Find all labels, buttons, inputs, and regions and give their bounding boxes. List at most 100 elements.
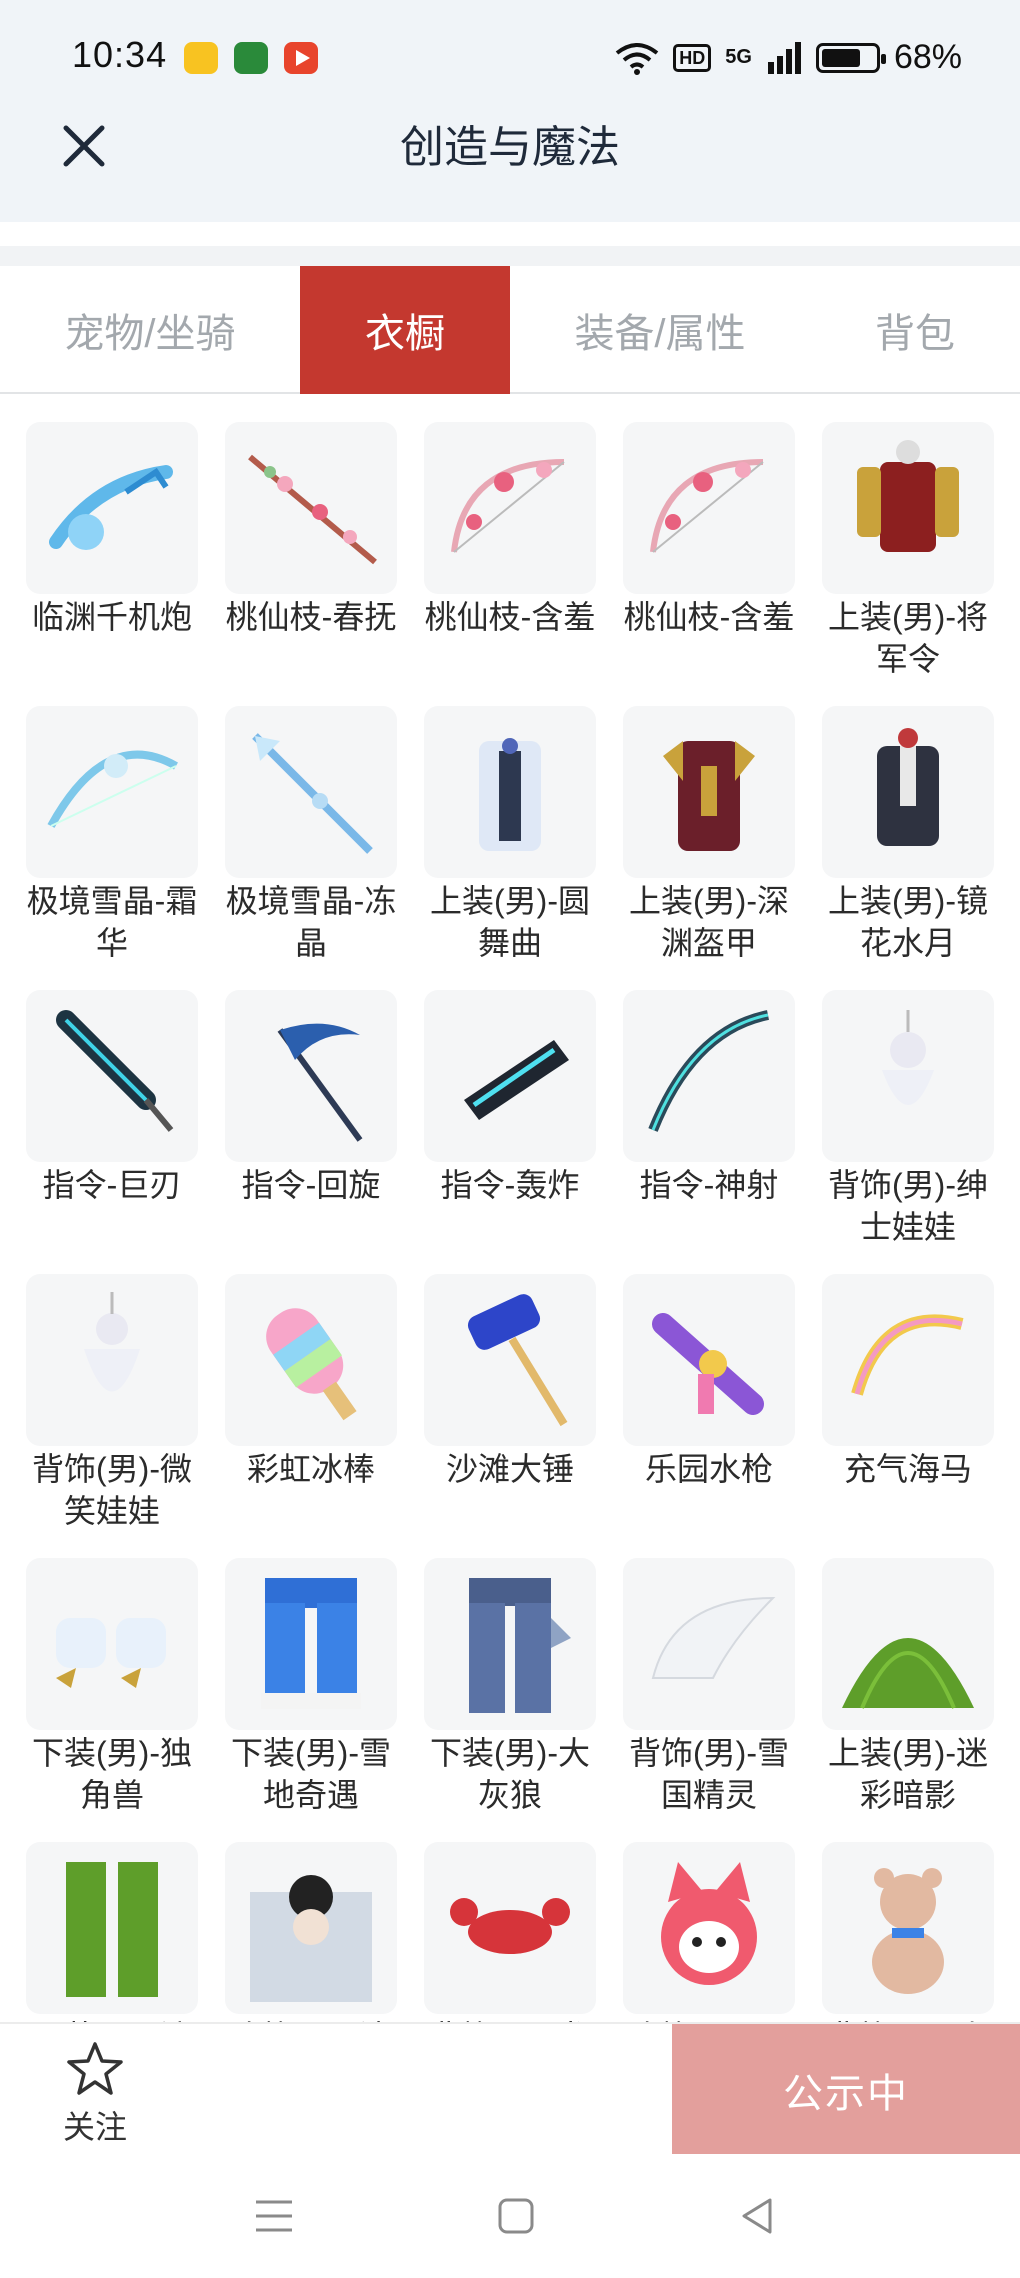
lobster-icon (424, 1842, 596, 2014)
ghillie-pants-icon-art (66, 1862, 158, 1997)
item-label: 指令-巨刃 (42, 1167, 182, 1203)
item-card[interactable]: 彩虹冰棒 (225, 1274, 397, 1558)
item-card[interactable]: 下装(男)-大灰狼 (424, 1558, 596, 1842)
smile-doll-icon-art (84, 1292, 140, 1392)
gentleman-doll-icon-art (882, 1010, 934, 1105)
tab-backpack[interactable]: 背包 (810, 266, 1020, 394)
item-card[interactable]: 背饰(男)-绅士娃娃 (822, 990, 994, 1274)
status-time: 10:34 (72, 34, 168, 75)
item-card[interactable]: 头饰(男)-清风徐 (225, 1842, 397, 2022)
rainbow-popsicle-icon (225, 1274, 397, 1446)
item-label: 充气海马 (843, 1451, 972, 1487)
battery-icon (815, 42, 886, 73)
item-grid: 临渊千机炮 桃仙枝-春抚 桃仙枝-含羞 桃仙枝-含羞 上装(男)-将军令 极境雪晶-霜华极… (26, 422, 998, 2022)
item-label: 下装(男)-雪地奇遇 (231, 1735, 391, 1813)
home-icon[interactable] (494, 2194, 538, 2238)
follow-button[interactable]: 关注 (50, 2040, 140, 2150)
item-label: 下装(男)-独角兽 (32, 1735, 192, 1813)
item-card[interactable]: 充气海马 (822, 1274, 994, 1558)
signal-icon (767, 41, 801, 74)
scythe-icon (225, 990, 397, 1162)
item-label: 指令-轰炸 (440, 1167, 580, 1203)
mirror-robe-icon (822, 706, 994, 878)
item-label: 指令-回旋 (241, 1167, 381, 1203)
item-card[interactable]: 沙滩大锤 (424, 1274, 596, 1558)
item-card[interactable]: 背饰(男)-微笑娃娃 (26, 1274, 198, 1558)
divider (0, 246, 1020, 266)
system-nav-bar (0, 2154, 1020, 2278)
item-card[interactable]: 桃仙枝-春抚 (225, 422, 397, 706)
unicorn-boots-icon-art (56, 1618, 166, 1688)
item-label: 上装(男)-圆舞曲 (430, 883, 590, 961)
tab-wardrobe[interactable]: 衣橱 (300, 266, 510, 394)
item-label: 上装(男)-迷彩暗影 (828, 1735, 988, 1813)
item-label: 背饰(男)-雪国精灵 (629, 1735, 789, 1813)
inflatable-seahorse-icon (822, 1274, 994, 1446)
water-gun-icon (623, 1274, 795, 1446)
item-label: 临渊千机炮 (31, 599, 192, 635)
item-card[interactable]: 上装(男)-将军令 (822, 422, 994, 706)
snow-pants-icon (225, 1558, 397, 1730)
waltz-suit-icon (424, 706, 596, 878)
item-card[interactable]: 指令-神射 (623, 990, 795, 1274)
peach-bow-icon-art (650, 459, 764, 553)
abyss-armor-icon-art (663, 741, 755, 851)
item-card[interactable]: 指令-轰炸 (424, 990, 596, 1274)
item-card[interactable]: 指令-回旋 (225, 990, 397, 1274)
item-label: 背饰(男)-龙虾 (415, 2014, 605, 2022)
lobster-icon-art (450, 1898, 570, 1954)
item-label: 极境雪晶-冻晶 (225, 883, 397, 961)
item-card[interactable]: 下装(男)-雪地奇遇 (225, 1558, 397, 1842)
scythe-icon-art (277, 1023, 363, 1142)
item-card[interactable]: 背饰(男)-雪国精灵 (623, 1558, 795, 1842)
item-label: 沙滩大锤 (445, 1451, 574, 1487)
item-card[interactable]: 头饰(男)-阿狸 (623, 1842, 795, 2022)
beach-hammer-icon-art (467, 1294, 568, 1427)
item-label: 上装(男)-将军令 (828, 599, 988, 677)
tab-pets-mounts[interactable]: 宠物/坐骑 (0, 266, 300, 394)
peach-bow-icon (424, 422, 596, 594)
item-label: 头饰(男)-清风徐 (216, 2014, 406, 2022)
item-card[interactable]: 桃仙枝-含羞 (424, 422, 596, 706)
tab-bar: 宠物/坐骑 衣橱 装备/属性 背包 (0, 266, 1020, 394)
snow-bow-icon-art (47, 750, 178, 828)
item-card[interactable]: 指令-巨刃 (26, 990, 198, 1274)
item-card[interactable]: 临渊千机炮 (26, 422, 198, 706)
item-card[interactable]: 极境雪晶-霜华 (26, 706, 198, 990)
item-card[interactable]: 极境雪晶-冻晶 (225, 706, 397, 990)
general-armor-icon (822, 422, 994, 594)
peach-branch-icon (225, 422, 397, 594)
snow-bow-icon (26, 706, 198, 878)
item-card[interactable]: 背饰(男)-小熊 (822, 1842, 994, 2022)
back-icon[interactable] (736, 2194, 780, 2238)
item-card[interactable]: 背饰(男)-龙虾 (424, 1842, 596, 2022)
item-card[interactable]: 乐园水枪 (623, 1274, 795, 1558)
item-card[interactable]: 桃仙枝-含羞 (623, 422, 795, 706)
menu-icon[interactable] (252, 2194, 296, 2238)
snow-wings-icon (623, 1558, 795, 1730)
item-card[interactable]: 上装(男)-深渊盔甲 (623, 706, 795, 990)
wifi-icon (616, 42, 659, 75)
smile-doll-icon (26, 1274, 198, 1446)
ice-cannon-icon-art (49, 465, 173, 550)
item-card[interactable]: 上装(男)-迷彩暗影 (822, 1558, 994, 1842)
bomber-icon (424, 990, 596, 1162)
item-card[interactable]: 下装(男)-独角兽 (26, 1558, 198, 1842)
item-card[interactable]: 下装(男)-迷彩暗影 (26, 1842, 198, 2022)
gentleman-doll-icon (822, 990, 994, 1162)
peach-bow-icon (623, 422, 795, 594)
tab-equipment[interactable]: 装备/属性 (510, 266, 810, 394)
item-label: 桃仙枝-含羞 (623, 599, 795, 635)
item-card[interactable]: 上装(男)-镜花水月 (822, 706, 994, 990)
item-card[interactable]: 上装(男)-圆舞曲 (424, 706, 596, 990)
ice-spear-icon (225, 706, 397, 878)
ghillie-pants-icon (26, 1842, 198, 2014)
peach-branch-icon-art (248, 454, 377, 565)
ice-spear-icon-art (252, 733, 373, 854)
veil-hat-icon-art (250, 1875, 372, 2002)
wolf-pants-icon-art (469, 1578, 571, 1713)
wolf-pants-icon (424, 1558, 596, 1730)
public-notice-button[interactable]: 公示中 (672, 2024, 1020, 2156)
snow-pants-icon-art (261, 1578, 361, 1709)
divine-bow-icon (623, 990, 795, 1162)
